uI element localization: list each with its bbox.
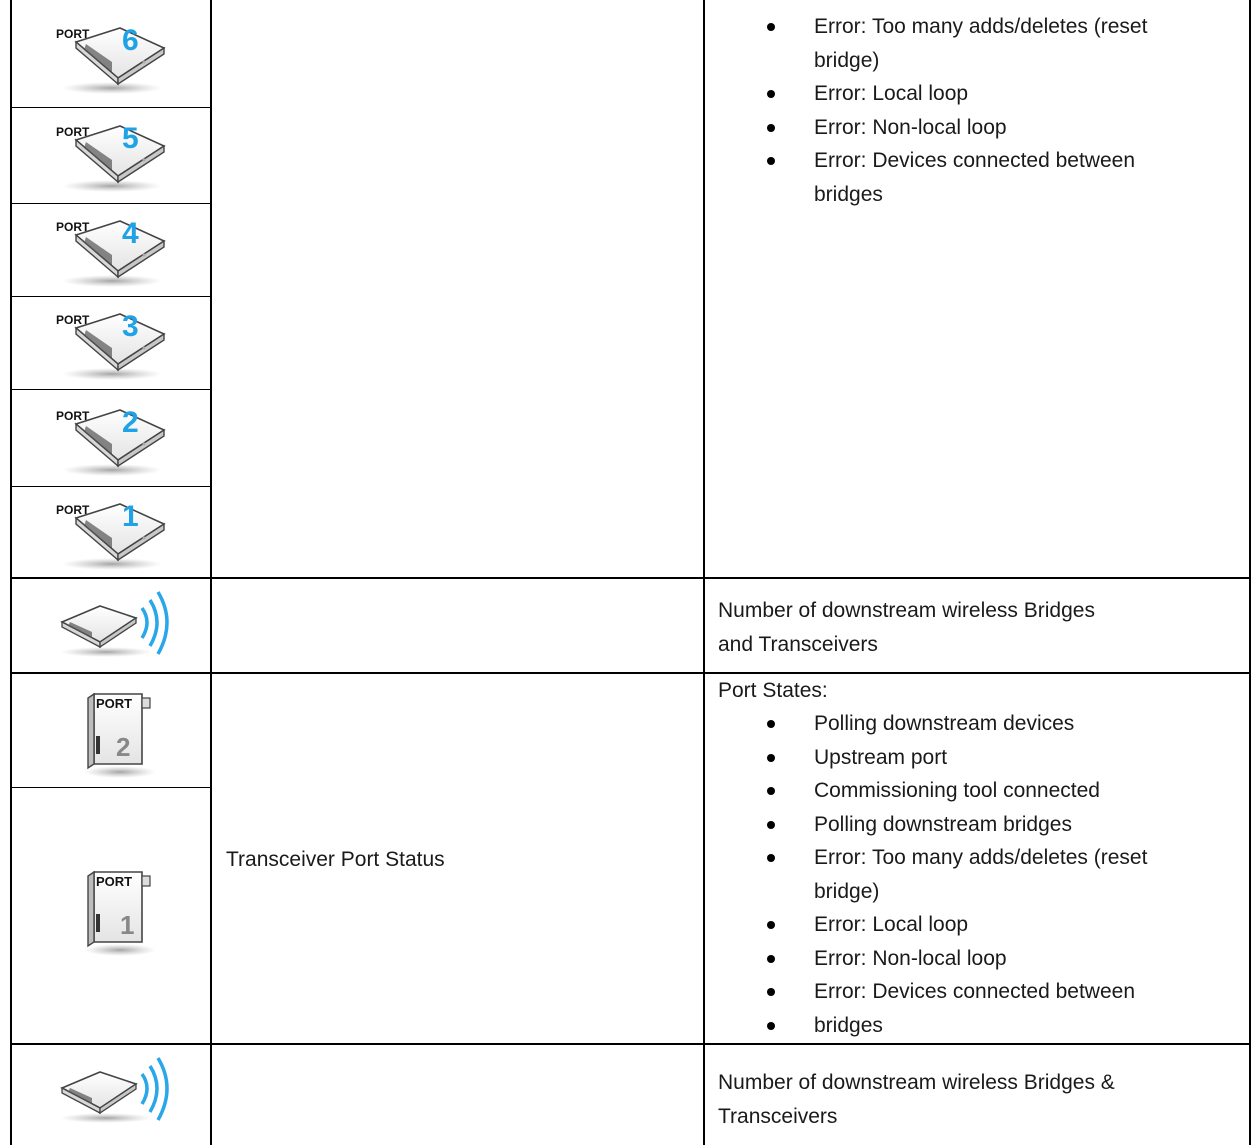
svg-text:PORT: PORT [56, 220, 90, 234]
list-item: bridge) [814, 879, 880, 903]
bridge-port-2-icon: PORT 2 [54, 390, 174, 487]
svg-text:PORT: PORT [56, 125, 90, 139]
transceiver-port-1-icon: PORT 1 [80, 858, 170, 967]
list-item: Polling downstream devices [767, 707, 1234, 741]
svg-text:PORT: PORT [56, 503, 90, 517]
svg-text:PORT: PORT [96, 874, 132, 889]
bridge-port-4-icon: PORT 4 [54, 201, 174, 298]
list-item: Error: Devices connected between [767, 144, 1234, 178]
svg-text:PORT: PORT [56, 313, 90, 327]
wireless-transceiver-icon [56, 1050, 176, 1135]
list-item: Error: Non-local loop [767, 942, 1234, 976]
list-item: Error: Too many adds/deletes (reset [767, 841, 1234, 875]
bridge-port-5-icon: PORT 5 [54, 106, 174, 203]
svg-text:4: 4 [122, 217, 139, 250]
list-item: Polling downstream bridges [767, 808, 1234, 842]
port-states-heading: Port States: [718, 679, 828, 702]
transceiver-port-states-list: Polling downstream devices Upstream port… [767, 707, 1234, 1043]
bridge-port-3-icon: PORT 3 [54, 294, 174, 391]
svg-text:1: 1 [122, 500, 139, 533]
wireless-bridges-count-description: Number of downstream wireless Bridges an… [718, 599, 1095, 656]
svg-text:3: 3 [122, 310, 139, 343]
bridge-port-6-icon: PORT 6 [54, 8, 174, 105]
transceiver-port-2-icon: PORT 2 [80, 680, 170, 789]
bridge-port-1-icon: PORT 1 [54, 484, 174, 581]
list-item: bridges [814, 182, 883, 206]
transceiver-port-status-label: Transceiver Port Status [226, 848, 445, 871]
wireless-transceivers-count-description: Number of downstream wireless Bridges & … [718, 1071, 1115, 1128]
svg-text:2: 2 [116, 732, 130, 762]
list-item: Error: Local loop [767, 908, 1234, 942]
list-item: Error: Non-local loop [767, 111, 1234, 145]
list-item: Error: Too many adds/deletes (reset [767, 10, 1234, 44]
svg-text:PORT: PORT [96, 696, 132, 711]
list-item: bridges [767, 1009, 1234, 1043]
svg-text:PORT: PORT [56, 409, 90, 423]
svg-text:1: 1 [120, 910, 134, 940]
list-item: Error: Local loop [767, 77, 1234, 111]
svg-text:6: 6 [122, 24, 139, 57]
list-item: Upstream port [767, 741, 1234, 775]
list-item: Commissioning tool connected [767, 774, 1234, 808]
svg-text:5: 5 [122, 122, 139, 155]
list-item: bridge) [814, 48, 880, 72]
bridge-port-states-list: Error: Too many adds/deletes (reset brid… [767, 10, 1234, 211]
svg-text:PORT: PORT [56, 27, 90, 41]
list-item: Error: Devices connected between [767, 975, 1234, 1009]
svg-text:2: 2 [122, 406, 139, 439]
wireless-bridge-icon [56, 584, 176, 669]
